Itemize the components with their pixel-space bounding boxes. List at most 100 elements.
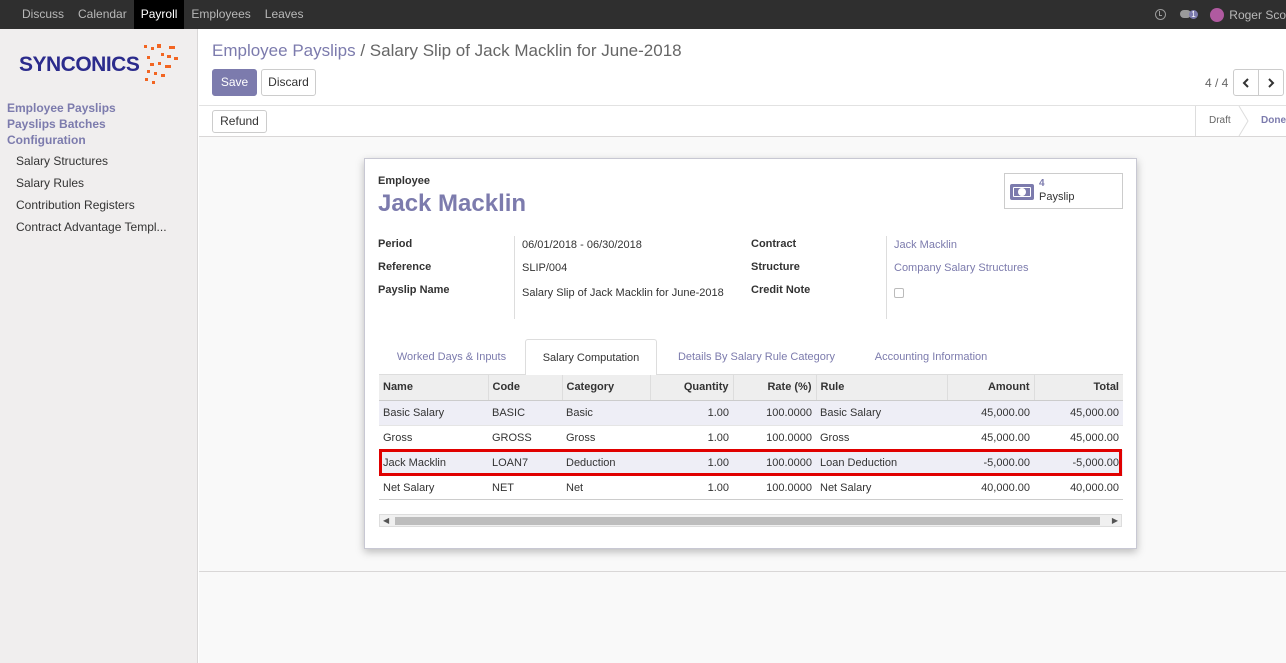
message-count-badge: 1 (1189, 9, 1198, 19)
column-header-name[interactable]: Name (379, 375, 489, 401)
activity-clock-icon[interactable] (1155, 9, 1167, 20)
menu-leaves[interactable]: Leaves (258, 0, 311, 29)
sidebar-section-configuration[interactable]: Configuration (7, 133, 86, 147)
tab-accounting-information[interactable]: Accounting Information (856, 339, 1006, 375)
cell-name: Net Salary (379, 474, 488, 500)
period-value: 06/01/2018 - 06/30/2018 (522, 239, 642, 251)
menu-employees[interactable]: Employees (184, 0, 257, 29)
column-header-category[interactable]: Category (562, 375, 651, 401)
cell-code: NET (488, 474, 562, 500)
cell-rule: Basic Salary (816, 399, 947, 425)
chevron-left-icon (1242, 78, 1249, 88)
app-menu: Discuss Calendar Payroll Employees Leave… (15, 0, 310, 29)
logo-text: SYNCONICS (19, 53, 140, 76)
column-header-amount[interactable]: Amount (947, 375, 1035, 401)
breadcrumb: Employee Payslips / Salary Slip of Jack … (212, 41, 682, 61)
status-bar: Refund Draft Done (199, 106, 1286, 137)
pager-value[interactable]: 4 / 4 (1205, 76, 1228, 90)
cell-total: 40,000.00 (1034, 474, 1123, 500)
employee-label: Employee (378, 175, 430, 187)
table-row[interactable]: Net Salary NET Net 1.00 100.0000 Net Sal… (379, 474, 1123, 500)
cell-amount: 45,000.00 (947, 399, 1034, 425)
table-row[interactable]: Basic Salary BASIC Basic 1.00 100.0000 B… (379, 399, 1123, 425)
avatar[interactable] (1210, 7, 1225, 22)
main-content: Employee Payslips / Salary Slip of Jack … (199, 29, 1286, 663)
sidebar-section-payslips-batches[interactable]: Payslips Batches (7, 117, 106, 131)
cell-name: Basic Salary (379, 399, 488, 425)
credit-note-label: Credit Note (751, 284, 811, 296)
reference-value: SLIP/004 (522, 262, 568, 274)
column-header-quantity[interactable]: Quantity (650, 375, 734, 401)
user-name[interactable]: Roger Sco (1229, 8, 1286, 22)
notebook-tabs: Worked Days & Inputs Salary Computation … (379, 339, 1123, 376)
scroll-left-arrow-icon[interactable]: ◀ (383, 516, 389, 525)
table-row[interactable]: Gross GROSS Gross 1.00 100.0000 Gross 45… (379, 424, 1123, 450)
tab-salary-computation[interactable]: Salary Computation (525, 339, 657, 376)
company-logo: SYNCONICS (19, 43, 184, 91)
salary-computation-table: Name Code Category Quantity Rate (%) Rul… (379, 375, 1123, 500)
pager-next-button[interactable] (1258, 69, 1284, 96)
menu-discuss[interactable]: Discuss (15, 0, 71, 29)
highlight-box (379, 449, 1122, 476)
cell-rate: 100.0000 (733, 424, 816, 450)
refund-button[interactable]: Refund (212, 110, 267, 133)
cell-category: Net (562, 474, 650, 500)
credit-note-checkbox[interactable] (894, 288, 904, 298)
horizontal-scrollbar[interactable]: ◀ ▶ (379, 514, 1122, 527)
reference-label: Reference (378, 261, 432, 273)
messaging-icon[interactable]: 1 (1180, 9, 1200, 21)
cell-code: GROSS (488, 424, 562, 450)
sidebar-item-salary-rules[interactable]: Salary Rules (16, 176, 84, 190)
sidebar-item-salary-structures[interactable]: Salary Structures (16, 154, 108, 168)
sidebar-item-contribution-registers[interactable]: Contribution Registers (16, 198, 135, 212)
stage-done[interactable]: Done (1261, 106, 1286, 136)
cell-quantity: 1.00 (650, 424, 733, 450)
menu-payroll[interactable]: Payroll (133, 0, 185, 29)
contract-label: Contract (751, 238, 797, 250)
column-header-rule[interactable]: Rule (816, 375, 948, 401)
structure-value[interactable]: Company Salary Structures (894, 262, 1029, 274)
breadcrumb-separator: / (355, 41, 370, 60)
payslip-name-value: Salary Slip of Jack Macklin for June-201… (522, 287, 724, 299)
column-header-rate[interactable]: Rate (%) (733, 375, 817, 401)
control-panel: Employee Payslips / Salary Slip of Jack … (199, 29, 1286, 106)
scrollbar-thumb[interactable] (395, 517, 1100, 525)
breadcrumb-root[interactable]: Employee Payslips (212, 41, 356, 60)
sidebar-item-contract-advantage-templates[interactable]: Contract Advantage Templ... (16, 220, 167, 234)
right-group-separator (886, 236, 887, 319)
tab-details-by-salary-rule-category[interactable]: Details By Salary Rule Category (659, 339, 854, 375)
cell-amount: 40,000.00 (947, 474, 1034, 500)
left-group-separator (514, 236, 515, 319)
sidebar-section-employee-payslips[interactable]: Employee Payslips (7, 101, 116, 115)
cell-rule: Net Salary (816, 474, 947, 500)
cell-quantity: 1.00 (650, 399, 733, 425)
discard-button[interactable]: Discard (261, 69, 316, 96)
chevron-right-icon (1268, 78, 1275, 88)
period-label: Period (378, 238, 413, 250)
menu-calendar[interactable]: Calendar (71, 0, 134, 29)
cell-amount: 45,000.00 (947, 424, 1034, 450)
cell-quantity: 1.00 (650, 474, 733, 500)
cell-rule: Gross (816, 424, 947, 450)
sidebar: SYNCONICS Employee Payslips Payslips Bat… (0, 29, 198, 663)
structure-label: Structure (751, 261, 800, 273)
contract-value[interactable]: Jack Macklin (894, 239, 957, 251)
tab-worked-days-inputs[interactable]: Worked Days & Inputs (379, 339, 524, 375)
employee-name[interactable]: Jack Macklin (378, 190, 526, 218)
column-header-total[interactable]: Total (1034, 375, 1123, 401)
payslip-form-sheet: Employee Jack Macklin 4 Payslip Period R… (364, 158, 1137, 549)
payslip-smart-button[interactable]: 4 Payslip (1004, 173, 1123, 209)
top-navbar: Discuss Calendar Payroll Employees Leave… (0, 0, 1286, 29)
cell-category: Basic (562, 399, 650, 425)
scroll-right-arrow-icon[interactable]: ▶ (1112, 516, 1118, 525)
stage-draft[interactable]: Draft (1209, 106, 1231, 136)
column-header-code[interactable]: Code (488, 375, 563, 401)
cell-code: BASIC (488, 399, 562, 425)
cell-category: Gross (562, 424, 650, 450)
pager-previous-button[interactable] (1233, 69, 1259, 96)
cell-rate: 100.0000 (733, 474, 816, 500)
breadcrumb-current: Salary Slip of Jack Macklin for June-201… (369, 41, 682, 60)
table-header-row: Name Code Category Quantity Rate (%) Rul… (379, 375, 1123, 401)
save-button[interactable]: Save (212, 69, 257, 96)
cell-total: 45,000.00 (1034, 399, 1123, 425)
